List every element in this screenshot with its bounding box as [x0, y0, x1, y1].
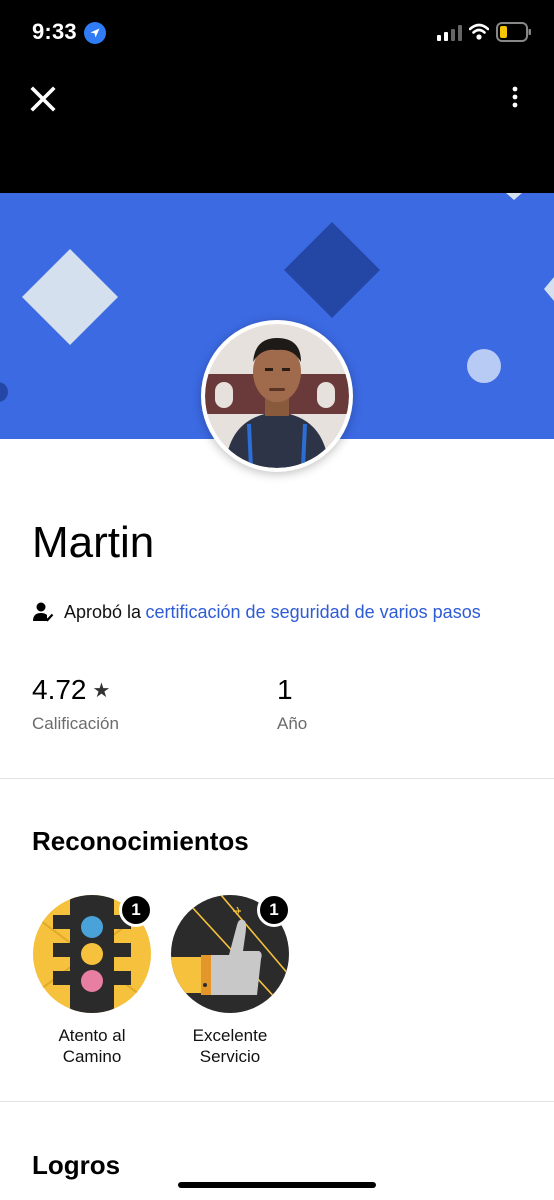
rating-value: 4.72 — [32, 674, 87, 705]
star-icon: ★ — [92, 679, 111, 702]
rating-stat: 4.72 ★ Calificación — [32, 674, 119, 734]
years-stat: 1 Año — [277, 674, 307, 734]
status-bar: 9:33 — [0, 0, 554, 64]
badge-count: 1 — [257, 893, 291, 927]
close-button[interactable] — [26, 82, 60, 116]
badge-label-line1: Excelente — [192, 1026, 268, 1045]
certification-link[interactable]: certificación de seguridad de varios pas… — [146, 602, 481, 623]
certification-prefix: Aprobó la — [64, 601, 142, 622]
driver-name: Martin — [32, 518, 155, 567]
divider — [0, 1101, 554, 1102]
badge-label: Excelente Servicio — [160, 1025, 300, 1067]
wifi-icon — [468, 23, 490, 41]
location-arrow-icon — [84, 22, 106, 44]
divider — [0, 778, 554, 779]
badge-label-line2: Servicio — [199, 1047, 261, 1066]
status-time: 9:33 — [32, 19, 77, 44]
recognitions-title: Reconocimientos — [32, 826, 249, 856]
badge-label: Atento al Camino — [22, 1025, 162, 1067]
years-value: 1 — [277, 674, 293, 705]
verified-person-icon — [33, 602, 54, 622]
badge-label-line2: Camino — [62, 1047, 122, 1066]
more-vertical-icon — [512, 86, 518, 108]
battery-low-icon — [496, 22, 532, 42]
top-navigation-bar — [0, 64, 554, 193]
home-indicator[interactable] — [178, 1182, 376, 1188]
certification-row: Aprobó la certificación de seguridad de … — [32, 599, 481, 625]
badge-label-line1: Atento al — [58, 1026, 126, 1045]
more-options-button[interactable] — [500, 80, 530, 114]
years-label: Año — [277, 714, 308, 733]
badge-count: 1 — [119, 893, 153, 927]
close-icon — [30, 86, 56, 112]
driver-avatar — [201, 320, 353, 472]
rating-label: Calificación — [32, 714, 119, 733]
badge-attentive-driver[interactable]: 1 Atento al Camino — [22, 893, 162, 1067]
achievements-title: Logros — [32, 1150, 121, 1180]
badge-excellent-service[interactable]: 1 Excelente Servicio — [160, 893, 300, 1067]
cellular-signal-icon — [437, 25, 463, 41]
